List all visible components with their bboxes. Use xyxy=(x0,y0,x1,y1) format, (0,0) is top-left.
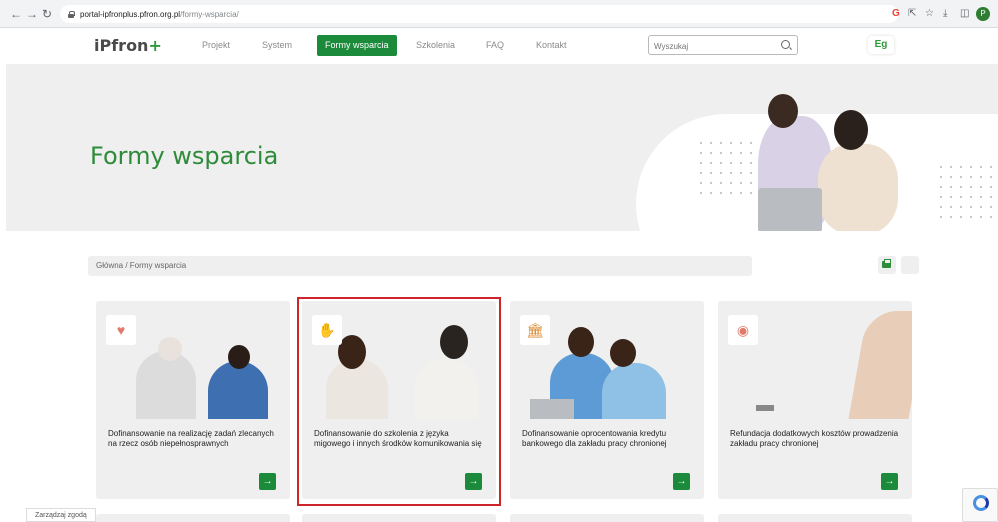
card-photo-person xyxy=(136,351,196,419)
bank-icon: 🏛 xyxy=(520,315,550,345)
logo-plus: + xyxy=(148,36,162,55)
cookie-consent-button[interactable]: Zarządzaj zgodą xyxy=(26,508,96,522)
hero-banner: Formy wsparcia xyxy=(6,64,998,231)
address-bar[interactable]: portal-ipfronplus.pfron.org.pl /formy-ws… xyxy=(60,5,898,23)
support-card[interactable]: ♥ Dofinansowanie na realizację zadań zle… xyxy=(96,301,290,499)
nav-projekt[interactable]: Projekt xyxy=(202,40,230,50)
nav-formy-wsparcia[interactable]: Formy wsparcia xyxy=(317,35,397,56)
laptop-image xyxy=(758,188,822,231)
support-card[interactable]: ◉ Refundacja dodatkowych kosztów prowadz… xyxy=(718,301,912,499)
support-card-next xyxy=(510,514,704,522)
heart-icon: ♥ xyxy=(106,315,136,345)
selection-highlight xyxy=(297,297,501,506)
card-photo-coins xyxy=(756,405,774,411)
nav-szkolenia[interactable]: Szkolenia xyxy=(416,40,455,50)
share-icon[interactable]: ⇱ xyxy=(908,7,916,21)
site-header: iPfron+ Projekt System Formy wsparcia Sz… xyxy=(0,28,998,64)
logo-text: iPfron xyxy=(94,36,149,55)
hero-photo-woman xyxy=(818,144,898,231)
card-photo-head xyxy=(228,345,250,369)
support-card-next xyxy=(718,514,912,522)
card-photo-head xyxy=(610,339,636,367)
card-photo-laptop xyxy=(530,399,574,419)
hero-photo-woman-head xyxy=(834,110,868,150)
print-button[interactable] xyxy=(878,256,896,274)
dot-pattern xyxy=(696,138,752,194)
site-logo[interactable]: iPfron+ xyxy=(94,36,162,55)
card-title: Dofinansowanie na realizację zadań zleca… xyxy=(108,429,274,448)
print-icon xyxy=(882,259,891,268)
card-photo-head xyxy=(568,327,594,357)
support-card[interactable]: 🏛 Dofinansowanie oprocentowania kredytu … xyxy=(510,301,704,499)
coin-icon: ◉ xyxy=(728,315,758,345)
card-title: Refundacja dodatkowych kosztów prowadzen… xyxy=(730,429,899,448)
profile-avatar[interactable]: P xyxy=(976,7,990,21)
back-arrow-icon[interactable]: ← xyxy=(10,7,22,21)
card-photo-person xyxy=(208,361,268,419)
lock-icon xyxy=(68,10,75,18)
card-photo-hand xyxy=(848,311,912,419)
forward-arrow-icon[interactable]: → xyxy=(26,7,38,21)
arrow-right-icon[interactable]: → xyxy=(881,473,898,490)
language-button[interactable]: Eg xyxy=(868,36,894,54)
card-photo-head xyxy=(158,337,182,361)
card-photo-person xyxy=(602,363,666,419)
reload-icon[interactable]: ↻ xyxy=(42,7,52,21)
breadcrumb[interactable]: Główna / Formy wsparcia xyxy=(88,256,752,276)
search-icon[interactable] xyxy=(781,40,790,49)
browser-toolbar: ← → ↻ portal-ipfronplus.pfron.org.pl /fo… xyxy=(0,0,998,28)
recaptcha-badge[interactable] xyxy=(962,488,998,522)
share-page-button[interactable] xyxy=(901,256,919,274)
sidepanel-icon[interactable]: ◫ xyxy=(960,7,969,21)
bookmark-star-icon[interactable]: ☆ xyxy=(925,7,934,21)
nav-system[interactable]: System xyxy=(262,40,292,50)
recaptcha-icon xyxy=(973,495,989,511)
nav-faq[interactable]: FAQ xyxy=(486,40,504,50)
search-box xyxy=(648,35,798,56)
url-path: /formy-wsparcia/ xyxy=(180,9,239,19)
google-icon[interactable]: G xyxy=(892,7,900,21)
url-host: portal-ipfronplus.pfron.org.pl xyxy=(80,9,181,19)
support-card-next xyxy=(96,514,290,522)
support-card-next xyxy=(302,514,496,522)
hero-photo-man-head xyxy=(768,94,798,128)
download-icon[interactable]: ⤓ xyxy=(943,7,947,21)
dot-pattern xyxy=(936,162,992,218)
nav-kontakt[interactable]: Kontakt xyxy=(536,40,567,50)
arrow-right-icon[interactable]: → xyxy=(673,473,690,490)
search-input[interactable] xyxy=(649,37,769,56)
card-title: Dofinansowanie oprocentowania kredytu ba… xyxy=(522,429,667,448)
arrow-right-icon[interactable]: → xyxy=(259,473,276,490)
page-title: Formy wsparcia xyxy=(90,142,279,170)
